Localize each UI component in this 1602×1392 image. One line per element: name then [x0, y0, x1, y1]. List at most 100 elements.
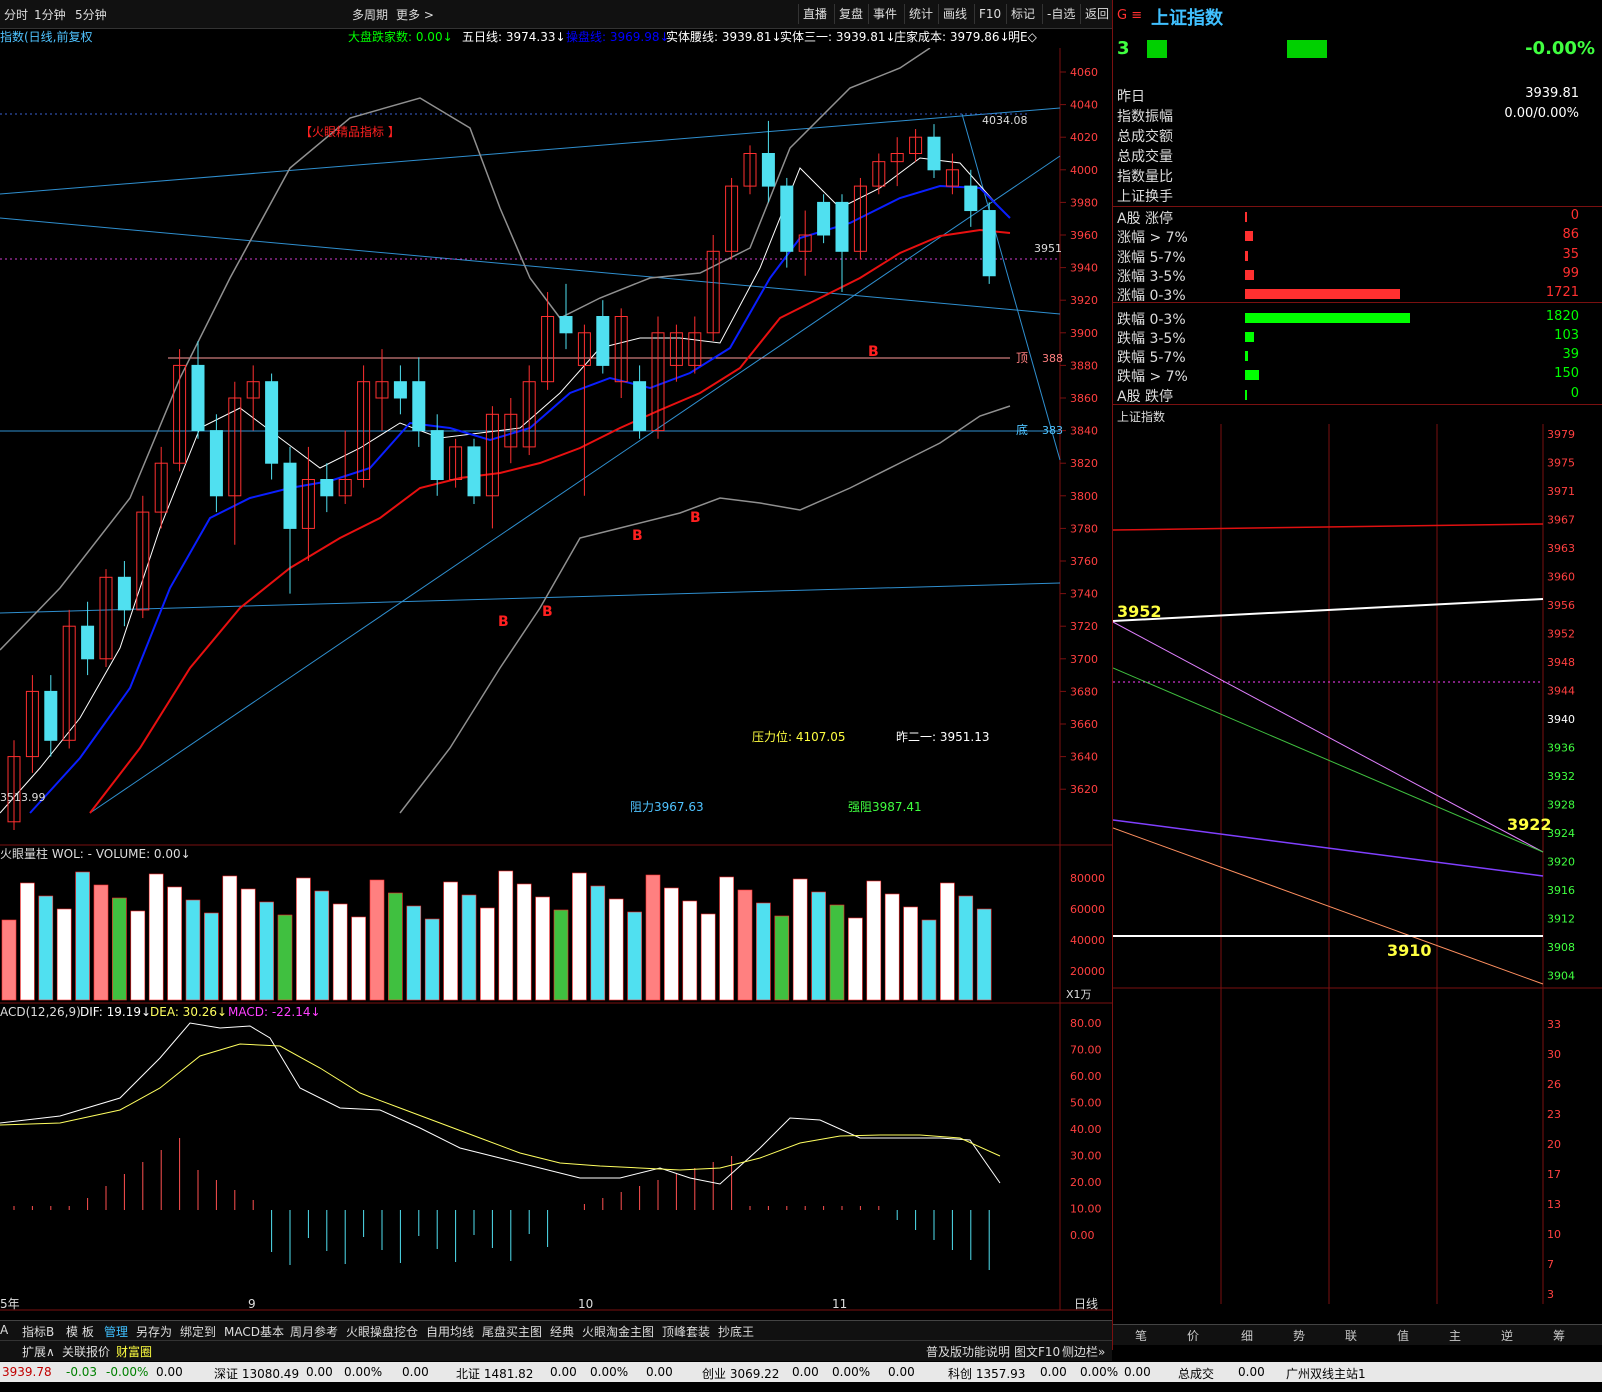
- price-tick-label: 3720: [1070, 620, 1098, 633]
- draw-line-button[interactable]: 画线: [938, 4, 971, 24]
- volume-bar: [553, 909, 569, 1001]
- f10-link[interactable]: 图文F10: [1014, 1343, 1060, 1360]
- watchlist-button[interactable]: -自选: [1042, 4, 1079, 24]
- panel-bottom-tabs: 笔 价 细 势 联 值 主 逆 筹: [1113, 1324, 1602, 1345]
- tab-link[interactable]: 联: [1345, 1327, 1357, 1344]
- indicator-tab[interactable]: 火眼操盘挖仓: [346, 1323, 418, 1340]
- volume-bar: [958, 895, 974, 1001]
- breadth-row: 涨幅 > 7% 86: [1117, 227, 1587, 247]
- mini-volume-tick-label: 3: [1547, 1288, 1554, 1301]
- indicator-tab[interactable]: 尾盘买主图: [482, 1323, 542, 1340]
- price-tick-label: 4060: [1070, 66, 1098, 79]
- macd-tick-label: 70.00: [1070, 1044, 1102, 1057]
- sidebar-toggle[interactable]: 侧边栏»: [1062, 1343, 1105, 1360]
- price-tick-label: 4000: [1070, 164, 1098, 177]
- live-button[interactable]: 直播: [798, 4, 831, 24]
- tab-detail[interactable]: 细: [1241, 1327, 1253, 1344]
- indicator-tab[interactable]: 抄底王: [718, 1323, 754, 1340]
- tab-main[interactable]: 主: [1449, 1327, 1461, 1344]
- breadth-label: 跌幅 3-5%: [1117, 330, 1186, 347]
- mini-volume-tick-label: 23: [1547, 1108, 1561, 1121]
- mini-tick-label: 3975: [1547, 457, 1575, 470]
- help-link[interactable]: 普及版功能说明: [926, 1343, 1010, 1360]
- tab-fenshi[interactable]: 分时: [4, 6, 28, 23]
- quote-row-label: 昨日: [1117, 89, 1145, 105]
- status-item: 0.00%: [832, 1365, 871, 1379]
- breadth-bar: [1245, 231, 1254, 242]
- stats-button[interactable]: 统计: [904, 4, 937, 24]
- tab-price[interactable]: 价: [1187, 1327, 1199, 1344]
- volume-bar: [940, 882, 955, 1001]
- volume-tick-label: 40000: [1070, 934, 1105, 947]
- status-item: 0.00%: [590, 1365, 629, 1379]
- tab-bi[interactable]: 笔: [1135, 1327, 1147, 1344]
- candle-body: [761, 153, 775, 187]
- candle-body: [81, 625, 95, 660]
- indicator-tabs: A 指标B 模 板 管理 另存为 绑定到 MACD基本 周月参考 火眼操盘挖仓 …: [0, 1320, 1112, 1341]
- quote-row-label: 总成交量: [1117, 149, 1173, 165]
- price-tick-label: 3680: [1070, 685, 1098, 698]
- mark-button[interactable]: 标记: [1006, 4, 1039, 24]
- indicator-tab[interactable]: 绑定到: [180, 1323, 216, 1340]
- buy-marker: B: [690, 510, 701, 526]
- breadth-label: 涨幅 > 7%: [1117, 230, 1188, 247]
- mini-volume-tick-label: 10: [1547, 1228, 1561, 1241]
- top-marker-value: 388: [1042, 352, 1063, 365]
- replay-button[interactable]: 复盘: [834, 4, 867, 24]
- status-item: 总成交: [1178, 1367, 1215, 1381]
- tab-1min[interactable]: 1分钟: [34, 6, 66, 23]
- candle-body: [209, 430, 223, 497]
- tab-chips[interactable]: 筹: [1553, 1327, 1565, 1344]
- volume-tick-label: 80000: [1070, 872, 1105, 885]
- status-item: 0.00: [156, 1365, 183, 1379]
- event-button[interactable]: 事件: [868, 4, 901, 24]
- mini-chart[interactable]: 3979 3975 3971 3967 3963 3960 3956 3952 3948 3944…: [1113, 424, 1602, 1324]
- tab-5min[interactable]: 5分钟: [75, 6, 107, 23]
- tab-reverse[interactable]: 逆: [1501, 1327, 1513, 1344]
- candle-body: [430, 430, 444, 481]
- volume-bar: [535, 896, 550, 1001]
- candle-body: [964, 185, 978, 212]
- status-item: 0.00: [1238, 1365, 1265, 1379]
- tab-value[interactable]: 值: [1397, 1327, 1409, 1344]
- macd-dif-line: [0, 1022, 1001, 1185]
- indicator-tab[interactable]: MACD基本: [224, 1323, 284, 1340]
- more-button[interactable]: 更多 >: [396, 6, 434, 23]
- tab-trend[interactable]: 势: [1293, 1327, 1305, 1344]
- candle-body: [927, 136, 941, 171]
- main-chart-area[interactable]: 4060404040204000398039603940392039003880…: [0, 48, 1112, 1320]
- mini-tick-label: 3936: [1547, 742, 1575, 755]
- indicator-tab[interactable]: 管理: [104, 1323, 128, 1340]
- indicator-tab[interactable]: 火眼淘金主图: [582, 1323, 654, 1340]
- indicator-tab[interactable]: 周月参考: [290, 1323, 338, 1340]
- indicator-tab[interactable]: A: [0, 1323, 8, 1337]
- mini-tick-label: 3940: [1547, 713, 1575, 726]
- price-tick-label: 3800: [1070, 490, 1098, 503]
- panel-code-prefix: G ≡: [1117, 8, 1143, 23]
- indicator-value-6: 明E◇: [1008, 30, 1037, 44]
- breadth-row: 跌幅 3-5% 103: [1117, 328, 1587, 347]
- indicator-tab[interactable]: 顶峰套装: [662, 1323, 710, 1340]
- f10-button[interactable]: F10: [974, 4, 1005, 24]
- related-quotes-button[interactable]: 关联报价: [62, 1343, 110, 1360]
- candle-body: [835, 201, 849, 252]
- volume-bar: [38, 895, 54, 1001]
- volume-bar: [884, 893, 900, 1001]
- back-button[interactable]: 返回: [1080, 4, 1113, 24]
- indicator-tab[interactable]: 指标B: [22, 1323, 54, 1340]
- breadth-bar: [1245, 289, 1401, 300]
- indicator-tab[interactable]: 经典: [550, 1323, 574, 1340]
- volume-bar: [406, 905, 422, 1001]
- indicator-tab[interactable]: 模 板: [66, 1323, 94, 1340]
- indicator-tab[interactable]: 自用均线: [426, 1323, 474, 1340]
- period-label[interactable]: 日线: [1074, 1297, 1098, 1311]
- price-tick-label: 3640: [1070, 751, 1098, 764]
- mini-tick-label: 3971: [1547, 485, 1575, 498]
- volume-bar: [866, 880, 882, 1001]
- multi-period-button[interactable]: 多周期: [352, 6, 388, 23]
- mini-tick-label: 3963: [1547, 542, 1575, 555]
- indicator-tab[interactable]: 另存为: [136, 1323, 172, 1340]
- expand-button[interactable]: 扩展∧: [22, 1343, 55, 1360]
- wealth-circle-button[interactable]: 财富圈: [116, 1343, 152, 1360]
- mini-tick-label: 3952: [1547, 628, 1575, 641]
